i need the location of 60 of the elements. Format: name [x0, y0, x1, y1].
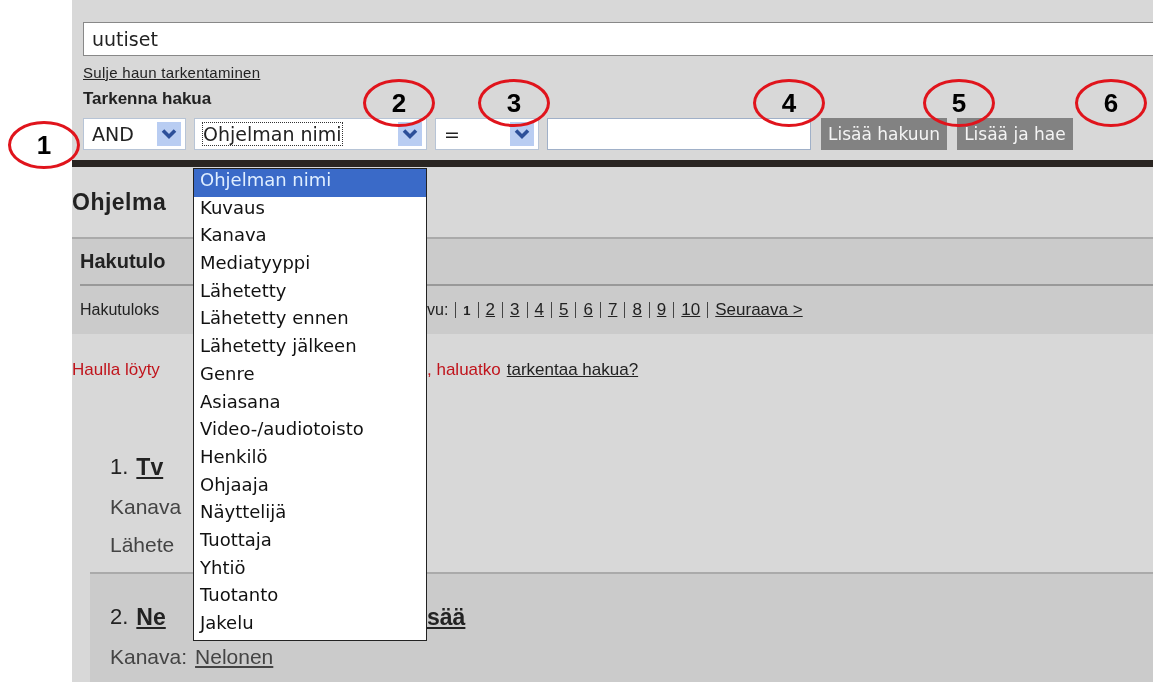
- field-select[interactable]: Ohjelman nimi: [194, 118, 427, 150]
- dropdown-option[interactable]: Mediatyyppi: [194, 252, 426, 280]
- dropdown-option[interactable]: Henkilö: [194, 445, 426, 474]
- page-link[interactable]: 10: [681, 300, 701, 320]
- close-refine-link[interactable]: Sulje haun tarkentaminen: [83, 64, 1153, 81]
- refine-search-link[interactable]: tarkentaa hakua?: [506, 360, 639, 380]
- next-page-link[interactable]: Seuraava >: [715, 300, 803, 320]
- notice-text: , haluatko: [427, 360, 501, 380]
- page-heading: Ohjelma: [72, 188, 167, 216]
- chevron-down-icon: [157, 122, 181, 146]
- dropdown-option[interactable]: Lähetetty jälkeen: [194, 335, 426, 363]
- channel-link[interactable]: Nelonen: [195, 645, 274, 669]
- field-label: Kanava: [110, 495, 182, 519]
- result-title-link[interactable]: sää: [427, 603, 466, 631]
- callout-number: 3: [478, 79, 550, 127]
- field-label: Kanava:: [110, 645, 188, 669]
- dropdown-option[interactable]: Asiasana: [194, 390, 426, 419]
- dropdown-option[interactable]: Tuottaja: [194, 528, 426, 557]
- dropdown-option[interactable]: Ohjaaja: [194, 473, 426, 502]
- page-link[interactable]: 6: [583, 300, 593, 320]
- page-link[interactable]: 3: [510, 300, 520, 320]
- dropdown-option[interactable]: Tuotanto: [194, 584, 426, 612]
- page-link[interactable]: 8: [632, 300, 642, 320]
- callout-number: 5: [923, 79, 995, 127]
- chevron-down-icon: [398, 122, 422, 146]
- page-link[interactable]: 2: [485, 300, 496, 320]
- search-field[interactable]: uutiset: [83, 22, 1153, 56]
- result-number: 2.: [110, 604, 129, 630]
- field-label: Lähete: [110, 533, 175, 557]
- result-count-text: Hakutuloks: [80, 301, 160, 319]
- dropdown-option[interactable]: Lähetetty ennen: [194, 307, 426, 336]
- page-link[interactable]: 5: [559, 300, 569, 320]
- pagination-label: vu:: [427, 301, 449, 319]
- operator-select[interactable]: AND: [83, 118, 186, 150]
- page-link[interactable]: 9: [656, 300, 667, 320]
- callout-number: 6: [1075, 79, 1147, 127]
- page-link[interactable]: 4: [534, 300, 544, 320]
- section-title: Hakutulo: [80, 250, 166, 273]
- value-input-field[interactable]: [547, 118, 811, 150]
- dropdown-option[interactable]: Yhtiö: [194, 556, 426, 585]
- dropdown-option[interactable]: Kuvaus: [194, 196, 426, 225]
- dropdown-option[interactable]: Video-/audiotoisto: [194, 418, 426, 446]
- result-title-link[interactable]: Ne: [136, 603, 166, 631]
- result-number: 1.: [110, 454, 129, 480]
- callout-number: 1: [8, 121, 80, 169]
- refine-heading: Tarkenna hakua: [83, 89, 212, 109]
- dropdown-option[interactable]: Näyttelijä: [194, 501, 426, 529]
- dropdown-option[interactable]: Lähetetty: [194, 279, 426, 308]
- dropdown-option[interactable]: Kanava: [194, 224, 426, 253]
- dropdown-option[interactable]: Genre: [194, 362, 426, 391]
- action-button[interactable]: Lisää hakuun: [821, 118, 948, 150]
- chevron-down-icon: [510, 122, 534, 146]
- callout-number: 4: [753, 79, 825, 127]
- comparator-select[interactable]: =: [435, 118, 539, 150]
- notice-text: Haulla löyty: [72, 360, 160, 380]
- page-link[interactable]: 7: [607, 300, 618, 320]
- dropdown-option[interactable]: Jakelu: [194, 612, 426, 640]
- dropdown-option[interactable]: Ohjelman nimi: [194, 169, 426, 197]
- result-title-link[interactable]: Tv: [136, 453, 164, 481]
- callout-number: 2: [363, 79, 435, 127]
